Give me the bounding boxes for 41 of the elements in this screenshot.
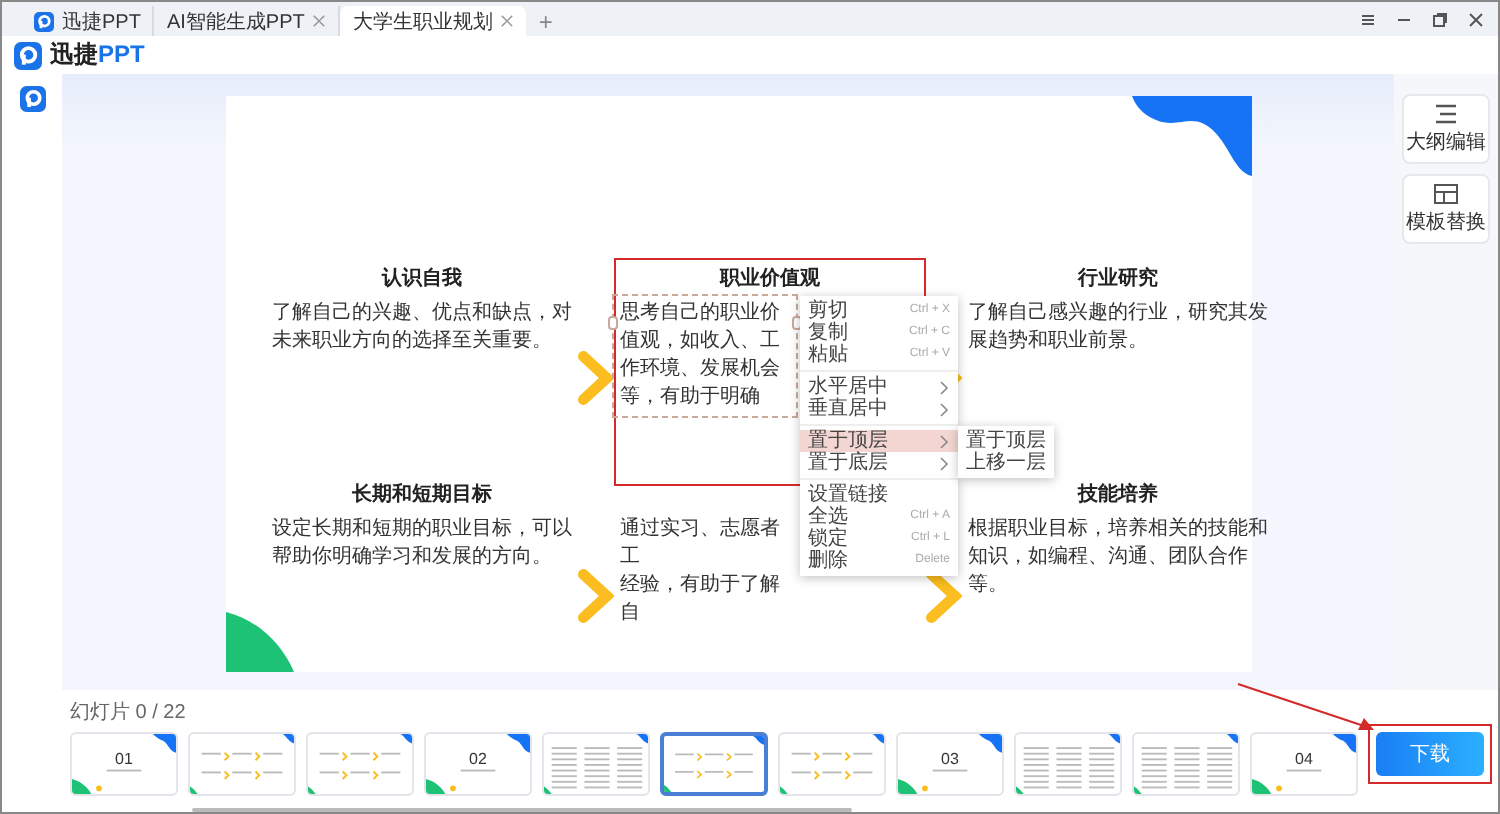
slide-thumbnail[interactable]: 04 bbox=[1250, 732, 1358, 796]
slide-text: 了解自己感兴趣的行业，研究其发展趋势和职业前景。 bbox=[968, 300, 1268, 356]
menu-item[interactable]: 垂直居中 bbox=[800, 398, 958, 420]
app-logo-icon bbox=[34, 11, 54, 31]
slide-text: 思考自己的职业价值观，如收入、工作环境、发展机会等，有助于明确 bbox=[620, 300, 782, 412]
slide-thumbnail[interactable] bbox=[660, 732, 768, 796]
slide-thumbnail[interactable]: 03 bbox=[896, 732, 1004, 796]
tab[interactable]: 大学生职业规划 bbox=[340, 6, 527, 36]
slide-heading: 行业研究 bbox=[1075, 265, 1160, 288]
app-logo-icon bbox=[14, 41, 42, 69]
menu-item[interactable]: 置于底层 bbox=[800, 452, 958, 474]
slide-thumbnail[interactable]: 01 bbox=[70, 732, 178, 796]
tool-button[interactable]: 大纲编辑 bbox=[1402, 94, 1490, 164]
layout-icon bbox=[1432, 182, 1460, 206]
restore-icon[interactable] bbox=[1430, 9, 1450, 29]
app-logo-icon[interactable] bbox=[19, 86, 45, 112]
slide-heading: 认识自我 bbox=[379, 265, 464, 288]
close-icon[interactable] bbox=[1466, 9, 1486, 29]
slide-counter: 幻灯片 0 / 22 bbox=[70, 699, 186, 726]
slide-text: 经验，有助于了解自 bbox=[620, 572, 782, 628]
tab[interactable]: 迅捷PPT bbox=[22, 6, 155, 36]
tool-button[interactable]: 模板替换 bbox=[1402, 174, 1490, 244]
close-icon[interactable] bbox=[500, 14, 515, 28]
outline-icon bbox=[1432, 102, 1460, 126]
resize-handle[interactable] bbox=[608, 316, 618, 330]
menu-item[interactable]: 水平居中 bbox=[800, 376, 958, 398]
slide-heading: 长期和短期目标 bbox=[350, 481, 494, 504]
menu-item[interactable]: 设置链接 bbox=[800, 484, 958, 506]
corner-decoration bbox=[1132, 96, 1252, 176]
menu-item[interactable]: 置于顶层 bbox=[958, 430, 1054, 452]
app-name: 迅捷PPT bbox=[50, 38, 145, 72]
slide-text: 了解自己的兴趣、优点和缺点，对未来职业方向的选择至关重要。 bbox=[272, 300, 572, 356]
slide-text: 根据职业目标，培养相关的技能和知识，如编程、沟通、团队合作等。 bbox=[968, 516, 1268, 600]
slide-text: 通过实习、志愿者工 bbox=[620, 516, 782, 572]
menu-item[interactable]: 上移一层 bbox=[958, 452, 1054, 474]
slide-text: 设定长期和短期的职业目标，可以帮助你明确学习和发展的方向。 bbox=[272, 516, 572, 572]
slide-thumbnail[interactable]: 02 bbox=[424, 732, 532, 796]
menu-icon[interactable] bbox=[1358, 9, 1378, 29]
slide-heading: 技能培养 bbox=[1075, 480, 1160, 504]
menu-item[interactable]: 置于顶层 bbox=[800, 430, 958, 452]
slide-heading: 职业价值观 bbox=[717, 265, 822, 288]
